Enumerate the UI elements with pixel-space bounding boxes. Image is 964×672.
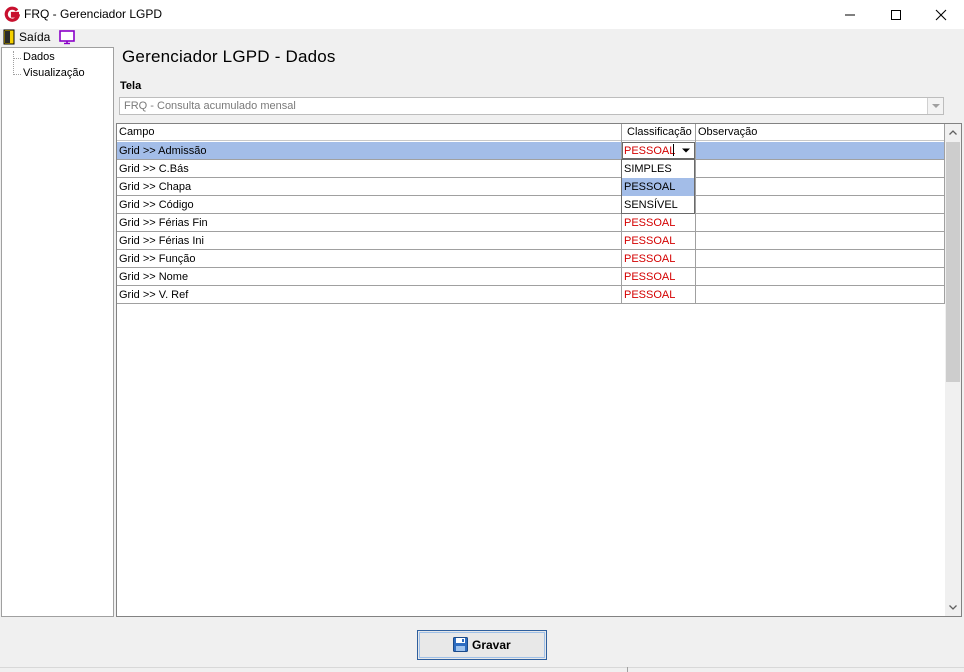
table-row[interactable] (117, 286, 945, 304)
option-sensivel[interactable]: SENSÍVEL (622, 196, 694, 214)
cell-campo: Grid >> V. Ref (119, 289, 189, 301)
chevron-up-icon (949, 130, 957, 135)
cell-campo: Grid >> Férias Fin (119, 217, 208, 229)
window-title: FRQ - Gerenciador LGPD (24, 7, 163, 21)
classificacao-editor-value: PESSOAL (624, 145, 676, 157)
scroll-down-button[interactable] (945, 599, 961, 616)
tela-select-dropdown-button[interactable] (927, 98, 943, 114)
cell-classificacao[interactable]: PESSOAL (624, 271, 675, 283)
cell-campo: Grid >> C.Bás (119, 163, 189, 175)
minimize-button[interactable] (827, 0, 873, 29)
cell-classificacao[interactable]: PESSOAL (624, 289, 675, 301)
option-label: PESSOAL (624, 181, 676, 193)
column-header-campo[interactable]: Campo (119, 126, 154, 138)
cell-classificacao[interactable]: PESSOAL (624, 253, 675, 265)
cell-classificacao[interactable]: PESSOAL (624, 235, 675, 247)
scroll-up-button[interactable] (945, 124, 961, 141)
floppy-disk-icon (453, 637, 468, 652)
option-label: SENSÍVEL (624, 199, 678, 211)
door-exit-icon[interactable] (3, 29, 15, 45)
text-cursor (673, 144, 674, 156)
cell-campo: Grid >> Admissão (119, 145, 207, 157)
close-icon (935, 9, 947, 21)
tree-item-visualizacao[interactable]: Visualização (23, 67, 85, 79)
exit-button-label[interactable]: Saída (19, 30, 50, 44)
tree-item-dados[interactable]: Dados (23, 51, 55, 63)
chevron-down-icon (932, 104, 940, 108)
table-row[interactable] (117, 214, 945, 232)
table-row[interactable] (117, 142, 945, 160)
cell-campo: Grid >> Nome (119, 271, 189, 283)
cell-classificacao[interactable]: PESSOAL (624, 217, 675, 229)
monitor-icon[interactable] (58, 29, 76, 45)
tree-connector (13, 74, 21, 76)
column-separator (695, 124, 696, 303)
table-row[interactable] (117, 250, 945, 268)
chevron-down-icon (682, 148, 690, 153)
navigation-tree (1, 47, 114, 617)
minimize-icon (845, 14, 855, 16)
cell-campo: Grid >> Função (119, 253, 196, 265)
column-header-observacao[interactable]: Observação (698, 126, 757, 138)
scrollbar-thumb[interactable] (946, 142, 960, 382)
column-header-classificacao[interactable]: Classificação (627, 126, 692, 138)
classificacao-dropdown-button[interactable] (678, 143, 694, 158)
toolbar (0, 29, 964, 47)
close-button[interactable] (918, 0, 964, 29)
table-row[interactable] (117, 232, 945, 250)
tela-select-value: FRQ - Consulta acumulado mensal (124, 100, 296, 112)
table-row[interactable] (117, 196, 945, 214)
tree-connector (13, 58, 21, 60)
cell-campo: Grid >> Chapa (119, 181, 192, 193)
cell-campo: Grid >> Código (119, 199, 194, 211)
status-bar-divider (0, 667, 964, 668)
maximize-icon (891, 10, 901, 20)
app-logo-icon (4, 6, 20, 22)
option-simples[interactable]: SIMPLES (622, 160, 694, 178)
save-button-label: Gravar (472, 638, 511, 652)
table-row[interactable] (117, 268, 945, 286)
cell-campo: Grid >> Férias Ini (119, 235, 204, 247)
table-row[interactable] (117, 160, 945, 178)
option-label: SIMPLES (624, 163, 672, 175)
tree-connector (13, 51, 15, 75)
maximize-button[interactable] (873, 0, 919, 29)
tela-label: Tela (120, 80, 142, 92)
status-bar-separator (627, 667, 628, 672)
option-pessoal[interactable]: PESSOAL (622, 178, 694, 196)
grid-header (117, 124, 945, 141)
table-row[interactable] (117, 178, 945, 196)
chevron-down-icon (949, 605, 957, 610)
page-title: Gerenciador LGPD - Dados (122, 47, 336, 66)
